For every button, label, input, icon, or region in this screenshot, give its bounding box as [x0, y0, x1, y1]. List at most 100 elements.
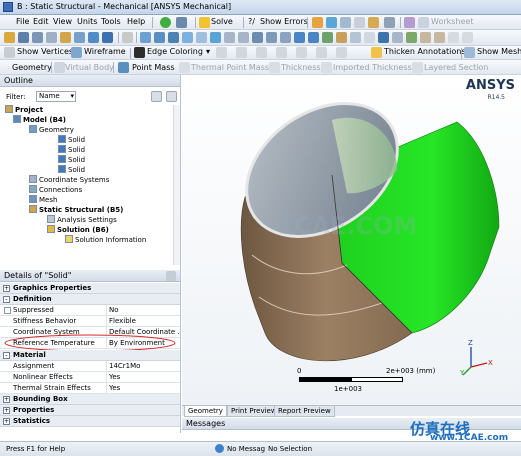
table-icon[interactable] — [312, 17, 323, 28]
triad-icon[interactable] — [420, 32, 431, 43]
pan-icon[interactable] — [46, 32, 57, 43]
prop-assignment[interactable]: Assignment 14Cr1Mo — [0, 361, 180, 372]
menu-view[interactable]: View — [53, 17, 72, 26]
tree-item-mesh[interactable]: Mesh — [29, 195, 57, 205]
menu-help[interactable]: Help — [127, 17, 145, 26]
thermal-point-mass-button[interactable]: Thermal Point Mass — [191, 63, 269, 72]
section-bounding-box[interactable]: + Bounding Box — [0, 394, 180, 405]
grid-icon[interactable] — [354, 17, 365, 28]
edge-option-4-icon[interactable] — [276, 47, 287, 58]
zoom-out-icon[interactable] — [168, 32, 179, 43]
ruler-toggle-icon[interactable] — [406, 32, 417, 43]
tree-item-analysis-settings[interactable]: Analysis Settings — [47, 215, 117, 225]
tree-item-geometry[interactable]: Geometry — [29, 125, 74, 135]
filter-select[interactable]: Name ▾ — [36, 91, 76, 102]
edge-option-6-icon[interactable] — [316, 47, 327, 58]
show-vertices-button[interactable]: Show Vertices — [17, 47, 73, 56]
view-cube-icon[interactable] — [364, 32, 375, 43]
annotation-icon[interactable] — [448, 32, 459, 43]
prop-thermal-strain-effects[interactable]: Thermal Strain Effects Yes — [0, 383, 180, 394]
update-icon[interactable] — [176, 17, 187, 28]
status-messages[interactable]: No Messag — [227, 445, 265, 453]
fit-icon[interactable] — [196, 32, 207, 43]
section-statistics[interactable]: + Statistics — [0, 416, 180, 427]
zoom-in-icon[interactable] — [154, 32, 165, 43]
imported-thickness-button[interactable]: Imported Thickness — [333, 63, 412, 72]
section-definition[interactable]: - Definition — [0, 294, 180, 305]
section-plane-icon[interactable] — [280, 32, 291, 43]
geometry-menu[interactable]: Geometry — [12, 63, 52, 72]
display-icon[interactable] — [350, 32, 361, 43]
ruler-icon[interactable] — [336, 32, 347, 43]
tree-item-project[interactable]: Project — [5, 105, 43, 115]
virtual-body-button[interactable]: Virtual Body — [65, 63, 114, 72]
solve-icon[interactable] — [199, 17, 210, 28]
thicken-annotations-button[interactable]: Thicken Annotations — [384, 47, 466, 56]
tree-item-static-structural[interactable]: Static Structural (B5) — [29, 205, 123, 215]
iso-view-icon[interactable] — [182, 32, 193, 43]
isometric-icon[interactable] — [252, 32, 263, 43]
edge-option-5-icon[interactable] — [296, 47, 307, 58]
help-icon[interactable] — [404, 17, 415, 28]
zoom-box-icon[interactable] — [140, 32, 151, 43]
camera-icon[interactable] — [326, 17, 337, 28]
prop-nonlinear-effects[interactable]: Nonlinear Effects Yes — [0, 372, 180, 383]
magnifier-icon[interactable] — [210, 32, 221, 43]
label-icon[interactable] — [322, 32, 333, 43]
thickness-button[interactable]: Thickness — [281, 63, 321, 72]
tree-item-coordinate-systems[interactable]: Coordinate Systems — [29, 175, 109, 185]
legend-icon[interactable] — [392, 32, 403, 43]
section-material[interactable]: - Material — [0, 350, 180, 361]
checkbox[interactable] — [4, 307, 11, 314]
tree-item-solution-information[interactable]: Solution Information — [65, 235, 146, 245]
extend-icon[interactable] — [122, 32, 133, 43]
tree-item-connections[interactable]: Connections — [29, 185, 82, 195]
graphics-options-icon[interactable] — [378, 32, 389, 43]
prop-stiffness-behavior[interactable]: Stiffness Behavior Flexible — [0, 316, 180, 327]
hide-body-icon[interactable] — [308, 32, 319, 43]
point-mass-button[interactable]: Point Mass — [132, 63, 175, 72]
body-select-icon[interactable] — [102, 32, 113, 43]
wireframe-button[interactable]: Wireframe — [84, 47, 126, 56]
edge-coloring-dropdown[interactable]: Edge Coloring — [147, 47, 203, 56]
refresh-icon[interactable] — [151, 91, 162, 102]
next-view-icon[interactable] — [238, 32, 249, 43]
menu-edit[interactable]: Edit — [33, 17, 49, 26]
cube-icon[interactable] — [294, 32, 305, 43]
section-properties[interactable]: + Properties — [0, 405, 180, 416]
tree-item-solid[interactable]: Solid — [58, 135, 85, 145]
collapse-icon[interactable] — [166, 91, 177, 102]
tree-item-solution[interactable]: Solution (B6) — [47, 225, 109, 235]
tree-item-solid[interactable]: Solid — [58, 155, 85, 165]
tree-item-solid[interactable]: Solid — [58, 165, 85, 175]
expand-icon[interactable] — [462, 32, 473, 43]
edge-option-3-icon[interactable] — [256, 47, 267, 58]
edge-option-1-icon[interactable] — [216, 47, 227, 58]
edge-option-7-icon[interactable] — [336, 47, 347, 58]
worksheet-icon[interactable] — [418, 17, 429, 28]
orbit-icon[interactable] — [18, 32, 29, 43]
edge-select-icon[interactable] — [74, 32, 85, 43]
check-icon[interactable] — [160, 17, 171, 28]
viewports-icon[interactable] — [266, 32, 277, 43]
section-graphics-properties[interactable]: + Graphics Properties — [0, 283, 180, 294]
prop-suppressed[interactable]: Suppressed No — [0, 305, 180, 316]
vertex-select-icon[interactable] — [60, 32, 71, 43]
solve-button[interactable]: Solve — [211, 17, 233, 26]
tree-item-solid[interactable]: Solid — [58, 145, 85, 155]
chevron-down-icon[interactable]: ▾ — [206, 47, 210, 56]
menu-file[interactable]: File — [16, 17, 29, 26]
random-colors-icon[interactable] — [434, 32, 445, 43]
edge-option-2-icon[interactable] — [236, 47, 247, 58]
show-mesh-button[interactable]: Show Mesh — [477, 47, 521, 56]
graphics-viewport[interactable]: ANSYS R14.5 1CAE.COM 0 2e+003 (mm) 1e+00… — [182, 75, 521, 405]
layout-icon[interactable] — [384, 17, 395, 28]
previous-view-icon[interactable] — [224, 32, 235, 43]
tree-item-model[interactable]: Model (B4) — [13, 115, 66, 125]
show-errors-button[interactable]: Show Errors — [260, 17, 308, 26]
outline-scrollbar[interactable] — [173, 105, 180, 265]
tab-print-preview[interactable]: Print Preview — [227, 406, 281, 417]
pin-icon[interactable] — [166, 271, 176, 281]
layered-section-button[interactable]: Layered Section — [424, 63, 488, 72]
rotate-icon[interactable] — [32, 32, 43, 43]
